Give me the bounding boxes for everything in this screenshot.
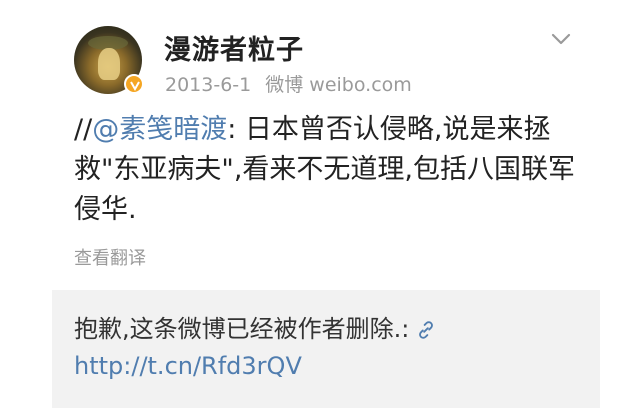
post-text: //@素笺暗渡: 日本曾否认侵略,说是来拯救"东亚病夫",看来不无道理,包括八国… bbox=[74, 110, 594, 230]
post-prefix: // bbox=[74, 114, 93, 145]
post-date: 2013-6-1 bbox=[165, 74, 252, 96]
link-icon bbox=[419, 321, 434, 339]
post-meta: 2013-6-1 微博 weibo.com bbox=[165, 70, 426, 97]
weibo-post-card: 漫游者粒子 2013-6-1 微博 weibo.com //@素笺暗渡: 日本曾否… bbox=[0, 0, 640, 414]
retweet-text: 抱歉,这条微博已经被作者删除.: bbox=[74, 310, 584, 348]
verified-badge-icon bbox=[124, 74, 144, 94]
avatar-image-figure bbox=[98, 48, 120, 80]
post-source: 微博 weibo.com bbox=[265, 74, 412, 96]
mention-link[interactable]: @素笺暗渡 bbox=[92, 114, 227, 145]
retweet-url-link[interactable]: http://t.cn/Rfd3rQV bbox=[74, 352, 302, 380]
username[interactable]: 漫游者粒子 bbox=[164, 28, 304, 67]
chevron-down-icon[interactable] bbox=[550, 32, 572, 46]
retweet-box[interactable]: 抱歉,这条微博已经被作者删除.: http://t.cn/Rfd3rQV bbox=[52, 290, 600, 408]
translate-button[interactable]: 查看翻译 bbox=[74, 244, 146, 270]
retweet-deleted-message: 抱歉,这条微博已经被作者删除.: bbox=[74, 315, 410, 343]
